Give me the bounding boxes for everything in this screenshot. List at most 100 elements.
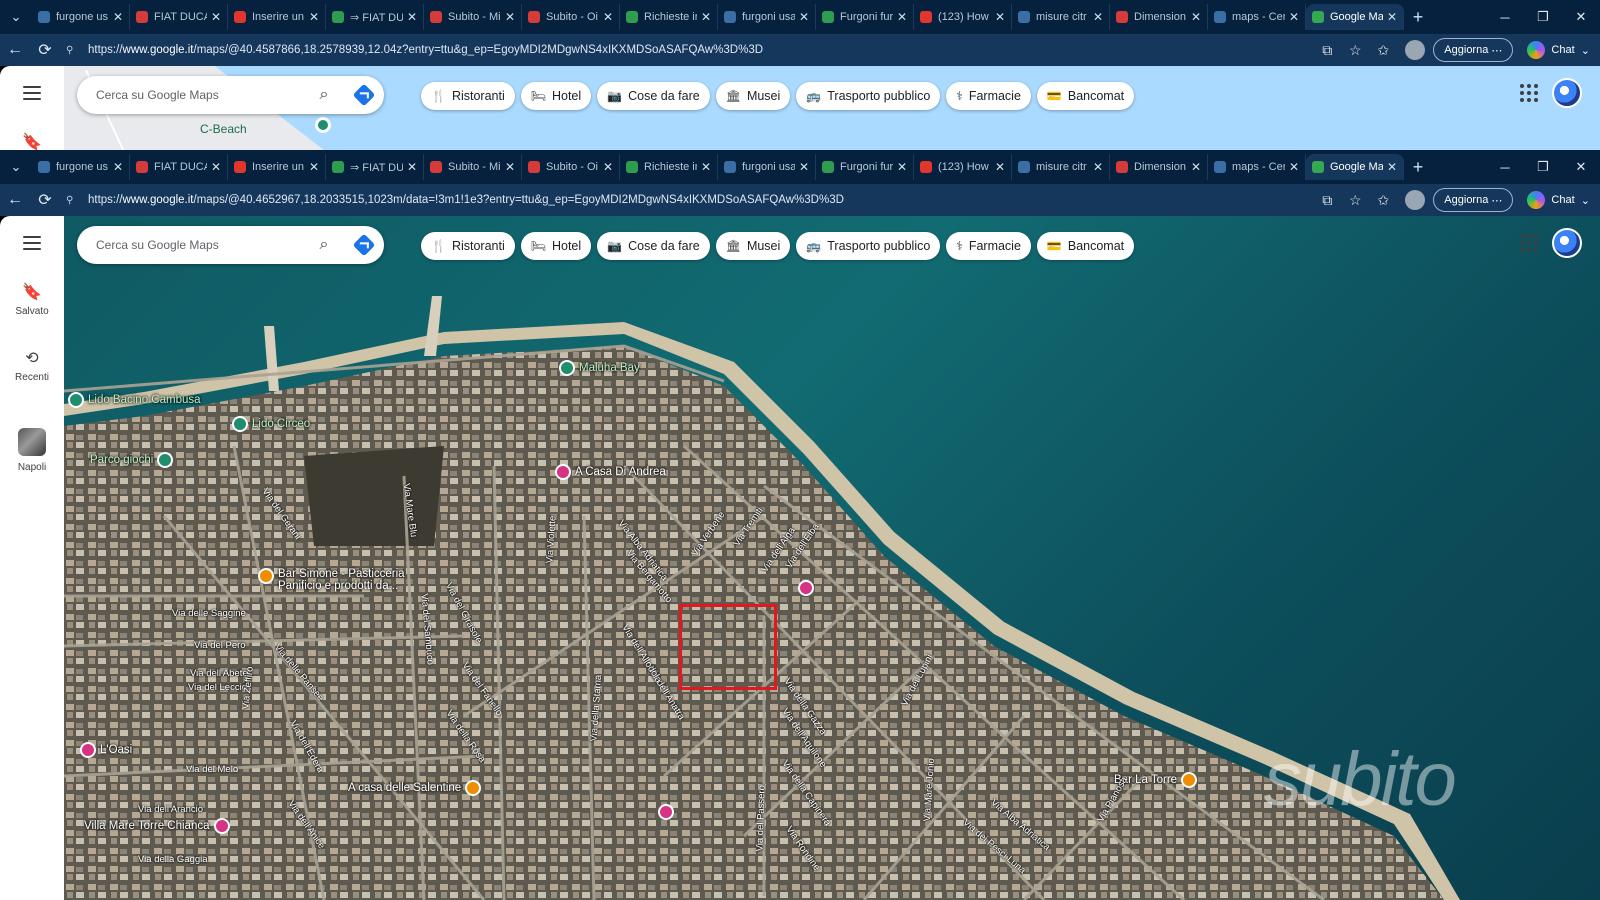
favorites-icon[interactable]: ✩ (1369, 192, 1397, 209)
close-tab-icon[interactable]: ✕ (897, 160, 907, 174)
search-input[interactable]: Cerca su Google Maps (96, 238, 304, 252)
chip-trasporto-pubblico[interactable]: 🚌 Trasporto pubblico (796, 232, 941, 260)
back-button[interactable]: ← (0, 184, 30, 216)
poi-lido-bacino-cambusa[interactable]: Lido Bacino Cambusa (68, 392, 201, 408)
search-input[interactable]: Cerca su Google Maps (96, 88, 304, 102)
reload-button[interactable]: ⟳ (30, 184, 60, 216)
url-field[interactable]: ⚲ https://www.google.it/maps/@40.4652967… (66, 187, 1296, 213)
close-tab-icon[interactable]: ✕ (995, 160, 1005, 174)
chip-cose-da-fare[interactable]: 📷 Cose da fare (597, 232, 710, 260)
chip-trasporto-pubblico[interactable]: 🚌 Trasporto pubblico (796, 82, 941, 110)
site-info-icon[interactable]: ⚲ (66, 45, 80, 56)
browser-tab[interactable]: maps - Cer ✕ (1208, 4, 1306, 30)
account-avatar[interactable] (1552, 78, 1582, 108)
account-avatar[interactable] (1552, 228, 1582, 258)
copilot-chat-button[interactable]: Chat ⌄ (1527, 191, 1590, 209)
browser-tab[interactable]: misure citr ✕ (1012, 4, 1110, 30)
install-app-icon[interactable]: ⧉ (1313, 42, 1341, 59)
browser-tab[interactable]: furgoni usa ✕ (718, 154, 816, 180)
update-button[interactable]: Aggiorna ⋯ (1433, 188, 1514, 212)
poi-loasi[interactable]: L'Oasi (80, 742, 132, 758)
close-tab-icon[interactable]: ✕ (1093, 160, 1103, 174)
update-button[interactable]: Aggiorna ⋯ (1433, 38, 1514, 62)
directions-icon[interactable] (344, 233, 384, 257)
recent-place-napoli[interactable]: Napoli (0, 428, 64, 473)
browser-tab[interactable]: Subito - Oi ✕ (522, 4, 620, 30)
browser-tab[interactable]: furgone us ✕ (32, 4, 130, 30)
browser-tab[interactable]: Google Ma ✕ (1306, 154, 1404, 180)
install-app-icon[interactable]: ⧉ (1313, 192, 1341, 209)
close-tab-icon[interactable]: ✕ (799, 10, 809, 24)
minimize-button[interactable]: ─ (1486, 150, 1524, 184)
poi-a-casa-delle-salentine[interactable]: A casa delle Salentine (348, 780, 482, 796)
close-tab-icon[interactable]: ✕ (407, 10, 417, 24)
browser-tab[interactable]: Subito - Oi ✕ (522, 154, 620, 180)
map-view[interactable]: Maluha Bay Lido Bacino Cambusa Lido Circ… (64, 216, 1600, 900)
close-window-button[interactable]: ✕ (1562, 150, 1600, 184)
poi-parco-giochi[interactable]: Parco giochi (90, 452, 174, 468)
maps-search-box[interactable]: Cerca su Google Maps ⌕ (77, 76, 384, 114)
new-tab-button[interactable]: + (1404, 4, 1432, 30)
close-tab-icon[interactable]: ✕ (505, 160, 515, 174)
chip-bancomat[interactable]: 💳 Bancomat (1036, 232, 1135, 260)
site-info-icon[interactable]: ⚲ (66, 195, 80, 206)
profile-avatar[interactable] (1405, 190, 1426, 210)
browser-tab[interactable]: maps - Cer ✕ (1208, 154, 1306, 180)
close-tab-icon[interactable]: ✕ (1289, 160, 1299, 174)
saved-button[interactable]: 🔖 (0, 132, 64, 150)
search-icon[interactable]: ⌕ (304, 236, 344, 254)
chip-ristoranti[interactable]: 🍴 Ristoranti (421, 82, 515, 110)
poi-villa-mare-torre-chianca[interactable]: Villa Mare Torre Chianca (84, 818, 230, 834)
poi-lido-circeo[interactable]: Lido Circeo (232, 416, 310, 432)
chip-hotel[interactable]: 🛏 Hotel (520, 82, 592, 110)
browser-tab[interactable]: (123) How ✕ (914, 154, 1012, 180)
close-tab-icon[interactable]: ✕ (701, 160, 711, 174)
chip-farmacie[interactable]: ⚕ Farmacie (946, 82, 1031, 110)
maximize-button[interactable]: ❐ (1524, 150, 1562, 184)
close-tab-icon[interactable]: ✕ (309, 10, 319, 24)
maximize-button[interactable]: ❐ (1524, 0, 1562, 34)
close-tab-icon[interactable]: ✕ (897, 10, 907, 24)
bookmark-star-icon[interactable]: ☆ (1341, 192, 1369, 209)
poi-bar-simone[interactable]: Bar Simone - Pasticceria Panificio e prod… (258, 568, 405, 592)
chip-bancomat[interactable]: 💳 Bancomat (1036, 82, 1135, 110)
close-window-button[interactable]: ✕ (1562, 0, 1600, 34)
copilot-chat-button[interactable]: Chat ⌄ (1527, 41, 1590, 59)
chip-hotel[interactable]: 🛏 Hotel (520, 232, 592, 260)
menu-icon[interactable] (23, 86, 41, 100)
browser-tab[interactable]: Dimension ✕ (1110, 4, 1208, 30)
browser-tab[interactable]: FIAT DUCAT ✕ (130, 4, 228, 30)
close-tab-icon[interactable]: ✕ (113, 10, 123, 24)
search-icon[interactable]: ⌕ (304, 86, 344, 104)
close-tab-icon[interactable]: ✕ (1191, 10, 1201, 24)
google-apps-icon[interactable] (1520, 84, 1538, 102)
browser-tab[interactable]: Subito - Mi ✕ (424, 4, 522, 30)
poi-a-casa-di-andrea[interactable]: A Casa Di Andrea (555, 464, 666, 480)
url-field[interactable]: ⚲ https://www.google.it/maps/@40.4587866… (66, 37, 1296, 63)
close-tab-icon[interactable]: ✕ (1191, 160, 1201, 174)
new-tab-button[interactable]: + (1404, 154, 1432, 180)
close-tab-icon[interactable]: ✕ (1289, 10, 1299, 24)
browser-tab[interactable]: Google Ma ✕ (1306, 4, 1404, 30)
close-tab-icon[interactable]: ✕ (211, 160, 221, 174)
browser-tab[interactable]: Furgoni fur ✕ (816, 4, 914, 30)
tab-search-button[interactable]: ⌄ (0, 0, 32, 34)
close-tab-icon[interactable]: ✕ (1093, 10, 1103, 24)
tab-search-button[interactable]: ⌄ (0, 150, 32, 184)
browser-tab[interactable]: Dimension ✕ (1110, 154, 1208, 180)
close-tab-icon[interactable]: ✕ (701, 10, 711, 24)
browser-tab[interactable]: furgoni usa ✕ (718, 4, 816, 30)
close-tab-icon[interactable]: ✕ (995, 10, 1005, 24)
close-tab-icon[interactable]: ✕ (603, 10, 613, 24)
poi-lodging-2[interactable] (658, 804, 678, 820)
poi-maluha-bay[interactable]: Maluha Bay (559, 360, 640, 376)
close-tab-icon[interactable]: ✕ (505, 10, 515, 24)
saved-button[interactable]: 🔖 Salvato (0, 282, 64, 317)
back-button[interactable]: ← (0, 34, 30, 66)
google-apps-icon[interactable] (1520, 234, 1538, 252)
browser-tab[interactable]: Inserire un ✕ (228, 4, 326, 30)
browser-tab[interactable]: Richieste in ✕ (620, 154, 718, 180)
close-tab-icon[interactable]: ✕ (113, 160, 123, 174)
browser-tab[interactable]: Richieste in ✕ (620, 4, 718, 30)
browser-tab[interactable]: (123) How ✕ (914, 4, 1012, 30)
